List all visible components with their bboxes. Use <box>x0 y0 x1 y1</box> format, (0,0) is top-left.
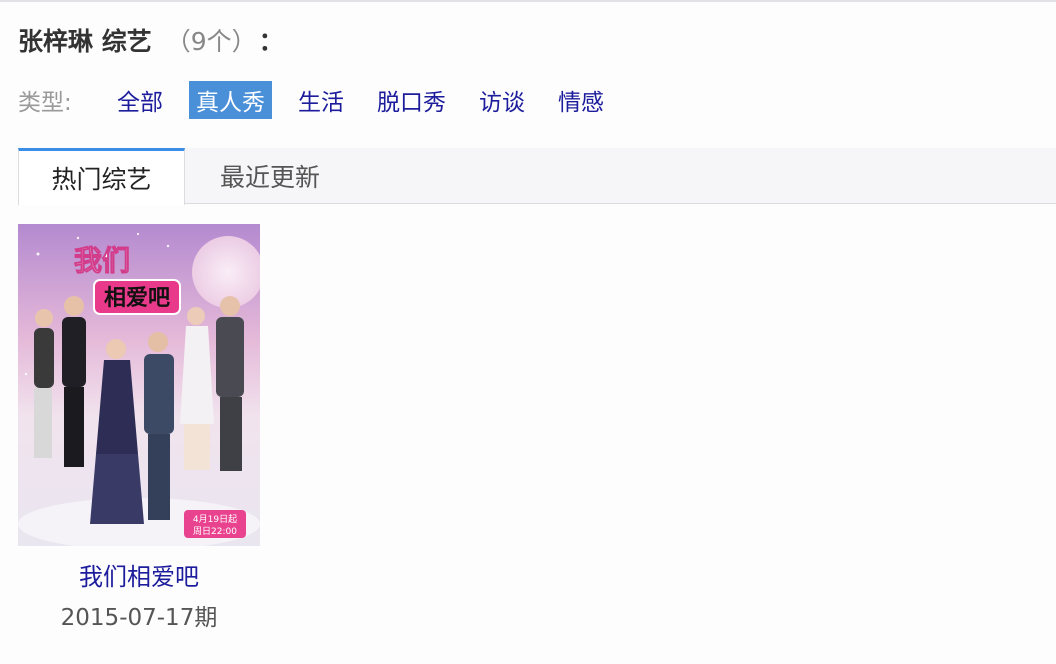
tab-bar: 热门综艺 最近更新 <box>18 148 1056 205</box>
section-title: 张梓琳 综艺 <box>18 27 152 56</box>
poster-title-line1: 我们 <box>74 244 130 277</box>
filter-item-interview[interactable]: 访谈 <box>472 81 532 119</box>
section-colon: ： <box>258 27 284 56</box>
section-header: 张梓琳 综艺 （9个） ： <box>18 22 284 58</box>
show-poster[interactable]: 我们 相爱吧 4月19日起 周日22:00 <box>18 224 260 546</box>
type-filter: 类型: 全部 真人秀 生活 脱口秀 访谈 情感 <box>18 81 630 119</box>
tab-popular-shows[interactable]: 热门综艺 <box>18 148 185 205</box>
poster-title-line2: 相爱吧 <box>104 286 170 311</box>
section-count: （9个） <box>165 27 257 56</box>
top-border <box>0 0 1056 2</box>
show-title-link[interactable]: 我们相爱吧 <box>18 557 260 592</box>
filter-item-life[interactable]: 生活 <box>291 81 351 119</box>
poster-image: 我们 相爱吧 4月19日起 周日22:00 <box>18 224 260 546</box>
filter-item-all[interactable]: 全部 <box>110 81 170 119</box>
filter-item-romance[interactable]: 情感 <box>551 81 611 119</box>
poster-badge-line1: 4月19日起 <box>193 514 237 525</box>
filter-item-talk-show[interactable]: 脱口秀 <box>370 81 453 119</box>
tab-recent-updates[interactable]: 最近更新 <box>186 148 354 204</box>
show-episode-date: 2015-07-17期 <box>60 605 218 631</box>
filter-item-reality-show[interactable]: 真人秀 <box>189 81 272 119</box>
filter-label: 类型: <box>18 90 72 116</box>
poster-badge-line2: 周日22:00 <box>193 526 237 537</box>
